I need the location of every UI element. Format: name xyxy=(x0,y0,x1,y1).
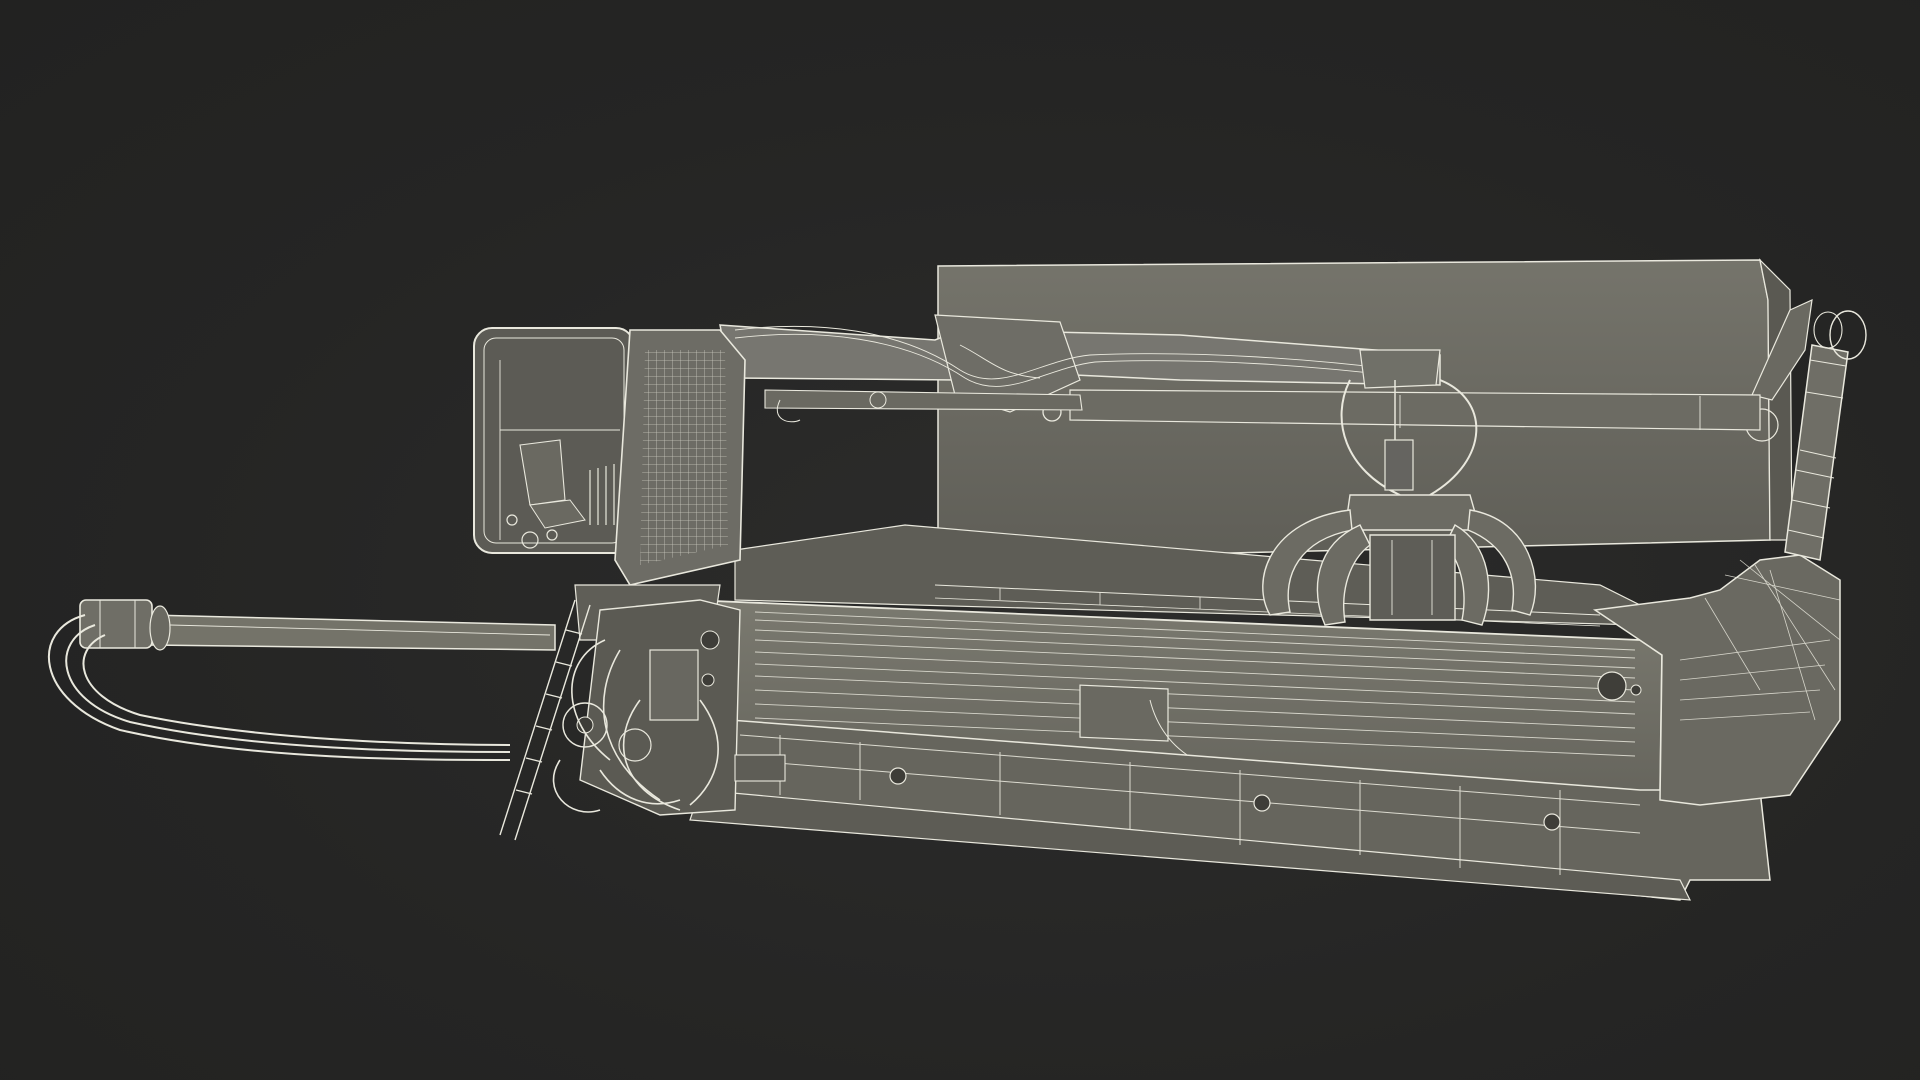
baler-wireframe-render xyxy=(48,258,1867,901)
render-viewport xyxy=(0,0,1920,1080)
main-ram-cylinder xyxy=(48,599,556,761)
operator-cab xyxy=(473,327,746,641)
